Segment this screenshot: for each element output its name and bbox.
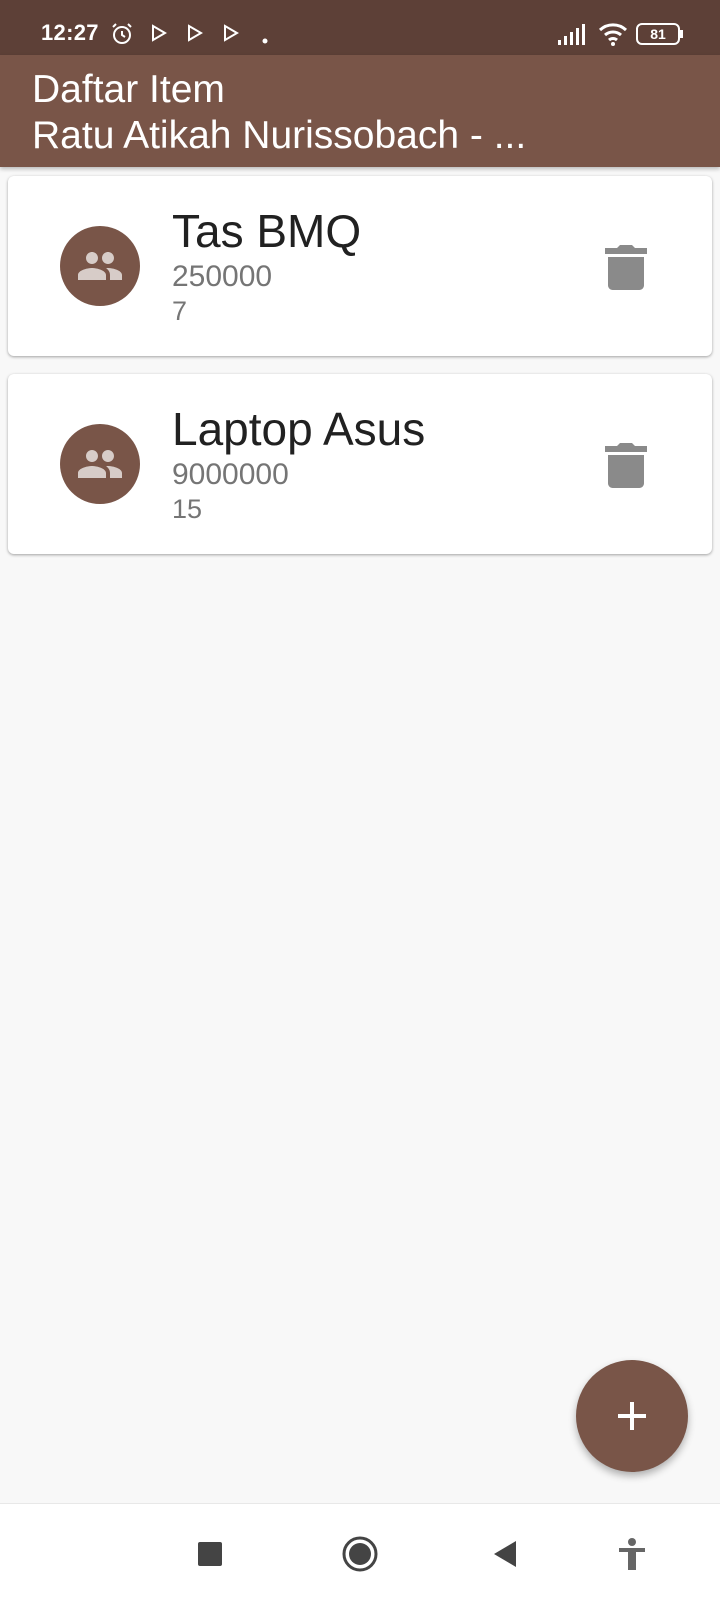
recents-button[interactable] bbox=[190, 1534, 230, 1574]
item-price: 250000 bbox=[172, 260, 273, 293]
avatar bbox=[60, 226, 140, 306]
add-item-button[interactable] bbox=[576, 1360, 688, 1472]
item-price: 9000000 bbox=[172, 458, 289, 491]
page-title: Daftar Item bbox=[32, 68, 225, 111]
status-time: 12:27 bbox=[41, 20, 99, 45]
recents-icon bbox=[198, 1542, 222, 1566]
accessibility-icon bbox=[619, 1538, 645, 1570]
play-store-icon bbox=[222, 24, 240, 47]
alarm-icon bbox=[110, 22, 134, 51]
play-store-icon bbox=[150, 24, 168, 47]
list-item[interactable]: Laptop Asus 9000000 15 bbox=[8, 374, 712, 554]
signal-icon bbox=[558, 24, 586, 51]
home-button[interactable] bbox=[340, 1534, 380, 1574]
item-quantity: 7 bbox=[172, 296, 188, 326]
app-bar: Daftar Item Ratu Atikah Nurissobach - ..… bbox=[0, 55, 720, 167]
status-bar: 12:27 81 bbox=[0, 0, 720, 55]
page-subtitle: Ratu Atikah Nurissobach - ... bbox=[32, 114, 527, 157]
people-icon bbox=[78, 450, 122, 478]
home-icon bbox=[342, 1536, 378, 1572]
svg-text:81: 81 bbox=[650, 26, 666, 42]
play-store-icon bbox=[186, 24, 204, 47]
add-icon bbox=[618, 1402, 646, 1430]
battery-icon: 81 bbox=[636, 23, 684, 50]
system-nav-bar bbox=[0, 1503, 720, 1600]
delete-button[interactable] bbox=[604, 440, 648, 488]
back-button[interactable] bbox=[486, 1534, 526, 1574]
list-item[interactable]: Tas BMQ 250000 7 bbox=[8, 176, 712, 356]
back-icon bbox=[494, 1541, 516, 1567]
item-quantity: 15 bbox=[172, 494, 203, 524]
delete-button[interactable] bbox=[604, 242, 648, 290]
item-name: Laptop Asus bbox=[172, 403, 426, 455]
delete-icon bbox=[605, 443, 647, 488]
accessibility-button[interactable] bbox=[612, 1534, 652, 1574]
avatar bbox=[60, 424, 140, 504]
delete-icon bbox=[605, 245, 647, 290]
people-icon bbox=[78, 252, 122, 280]
dot-icon bbox=[262, 31, 268, 49]
item-name: Tas BMQ bbox=[172, 205, 362, 257]
wifi-icon bbox=[598, 22, 628, 51]
